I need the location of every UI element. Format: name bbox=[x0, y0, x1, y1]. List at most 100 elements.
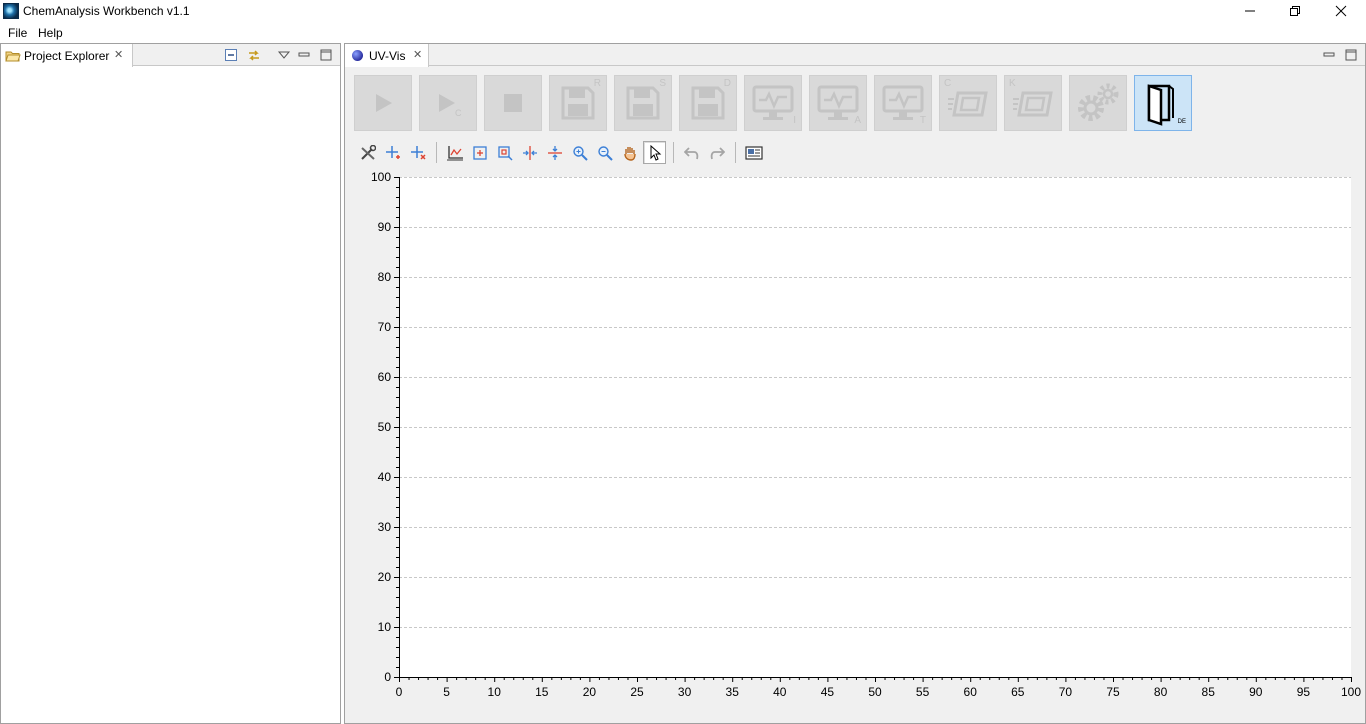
chart-canvas[interactable]: 0 10 20 30 40 50 60 70 80 90 100 0 5 10 15 20 25 30 35 40 45… bbox=[345, 172, 1365, 724]
y-tick-label: 80 bbox=[378, 270, 392, 284]
x-tick-label: 40 bbox=[773, 685, 787, 699]
run-continue-button[interactable]: C bbox=[419, 75, 477, 131]
settings-button[interactable] bbox=[1069, 75, 1127, 131]
undo-button[interactable] bbox=[680, 141, 703, 164]
tools-button[interactable] bbox=[356, 141, 379, 164]
x-tick-label: 0 bbox=[396, 685, 403, 699]
tab-uv-vis-label: UV-Vis bbox=[369, 49, 406, 63]
tab-uv-vis[interactable]: UV-Vis ✕ bbox=[345, 44, 429, 67]
save-d-button[interactable]: D bbox=[679, 75, 737, 131]
axis-settings-button[interactable] bbox=[443, 141, 466, 164]
monitor-a-letter: A bbox=[854, 115, 861, 126]
close-button[interactable] bbox=[1318, 0, 1364, 22]
device-c-button[interactable]: C bbox=[939, 75, 997, 131]
project-explorer-tabbar: Project Explorer ✕ bbox=[1, 44, 340, 67]
stop-button[interactable] bbox=[484, 75, 542, 131]
tab-project-explorer-label: Project Explorer bbox=[24, 49, 110, 63]
pan-hand-icon bbox=[623, 146, 636, 161]
pointer-icon bbox=[650, 144, 661, 161]
zoom-out-button[interactable] bbox=[593, 141, 616, 164]
add-marker-button[interactable] bbox=[381, 141, 404, 164]
y-tick-label: 100 bbox=[371, 172, 391, 184]
menu-help[interactable]: Help bbox=[38, 26, 63, 40]
x-tick-label: 10 bbox=[488, 685, 502, 699]
uv-vis-editor: UV-Vis ✕ C R S D I A T C K DE 0 10 20 30… bbox=[344, 43, 1366, 724]
globe-icon bbox=[352, 50, 363, 61]
redo-icon bbox=[710, 146, 725, 159]
x-tick-label: 50 bbox=[868, 685, 882, 699]
pan-button[interactable] bbox=[618, 141, 641, 164]
monitor-i-button[interactable]: I bbox=[744, 75, 802, 131]
x-tick-label: 30 bbox=[678, 685, 692, 699]
zoom-box-button[interactable] bbox=[493, 141, 516, 164]
close-tab-icon[interactable]: ✕ bbox=[114, 48, 123, 61]
x-tick-label: 5 bbox=[443, 685, 450, 699]
svg-text:C: C bbox=[455, 108, 462, 118]
monitor-t-letter: T bbox=[919, 115, 926, 126]
x-tick-label: 60 bbox=[964, 685, 978, 699]
editor-tabbar: UV-Vis ✕ bbox=[345, 44, 1365, 67]
split-vertical-button[interactable] bbox=[518, 141, 541, 164]
minimize-icon[interactable] bbox=[1322, 48, 1336, 62]
play-continue-icon: C bbox=[439, 94, 462, 118]
x-tick-label: 15 bbox=[535, 685, 549, 699]
device-k-button[interactable]: K bbox=[1004, 75, 1062, 131]
link-editor-icon[interactable] bbox=[247, 48, 261, 62]
pointer-button[interactable] bbox=[643, 141, 666, 164]
redo-button[interactable] bbox=[705, 141, 728, 164]
monitor-t-button[interactable]: T bbox=[874, 75, 932, 131]
settings-gears-icon bbox=[1078, 83, 1119, 121]
tools-icon bbox=[360, 144, 376, 160]
zoom-in-button[interactable] bbox=[568, 141, 591, 164]
remove-marker-button[interactable] bbox=[406, 141, 429, 164]
save-icon bbox=[561, 86, 595, 120]
save-r-button[interactable]: R bbox=[549, 75, 607, 131]
y-tick-label: 30 bbox=[378, 520, 392, 534]
save-d-letter: D bbox=[723, 78, 731, 89]
x-tick-label: 80 bbox=[1154, 685, 1168, 699]
minimize-icon bbox=[1245, 10, 1255, 12]
tab-project-explorer[interactable]: Project Explorer ✕ bbox=[1, 44, 133, 67]
y-tick-label: 20 bbox=[378, 570, 392, 584]
x-tick-label: 25 bbox=[630, 685, 644, 699]
save-s-button[interactable]: S bbox=[614, 75, 672, 131]
menu-file[interactable]: File bbox=[8, 26, 27, 40]
save-icon bbox=[626, 86, 660, 120]
zoom-in-icon bbox=[572, 145, 588, 161]
y-tick-label: 70 bbox=[378, 320, 392, 334]
x-tick-label: 65 bbox=[1011, 685, 1025, 699]
monitor-icon bbox=[752, 85, 794, 120]
run-button[interactable] bbox=[354, 75, 412, 131]
close-tab-icon[interactable]: ✕ bbox=[413, 48, 422, 61]
minimize-button[interactable] bbox=[1227, 0, 1273, 22]
minimize-icon[interactable] bbox=[297, 48, 311, 62]
collapse-all-icon[interactable] bbox=[224, 48, 238, 62]
x-tick-label: 45 bbox=[821, 685, 835, 699]
toolbar-separator bbox=[436, 142, 437, 163]
screenshot-button[interactable] bbox=[742, 141, 765, 164]
split-vertical-icon bbox=[522, 145, 537, 160]
view-menu-icon[interactable] bbox=[277, 48, 291, 62]
zoom-fit-button[interactable] bbox=[468, 141, 491, 164]
save-r-letter: R bbox=[593, 78, 601, 89]
monitor-i-letter: I bbox=[793, 115, 796, 126]
y-tick-label: 10 bbox=[378, 620, 392, 634]
maximize-icon[interactable] bbox=[1344, 48, 1358, 62]
device-icon bbox=[1013, 91, 1053, 117]
x-tick-label: 75 bbox=[1106, 685, 1120, 699]
close-icon bbox=[1335, 5, 1347, 17]
x-tick-label: 70 bbox=[1059, 685, 1073, 699]
monitor-a-button[interactable]: A bbox=[809, 75, 867, 131]
zoom-box-icon bbox=[497, 145, 513, 161]
spectrum-chart[interactable]: 0 10 20 30 40 50 60 70 80 90 100 0 5 10 15 20 25 30 35 40 45… bbox=[345, 172, 1365, 724]
y-tick-label: 90 bbox=[378, 220, 392, 234]
screenshot-icon bbox=[744, 145, 763, 160]
x-tick-label: 55 bbox=[916, 685, 930, 699]
split-horizontal-button[interactable] bbox=[543, 141, 566, 164]
restore-button[interactable] bbox=[1272, 0, 1318, 22]
x-tick-label: 85 bbox=[1202, 685, 1216, 699]
project-explorer-panel: Project Explorer ✕ bbox=[0, 43, 341, 724]
maximize-icon[interactable] bbox=[319, 48, 333, 62]
x-tick-label: 20 bbox=[583, 685, 597, 699]
exit-de-button[interactable]: DE bbox=[1134, 75, 1192, 131]
